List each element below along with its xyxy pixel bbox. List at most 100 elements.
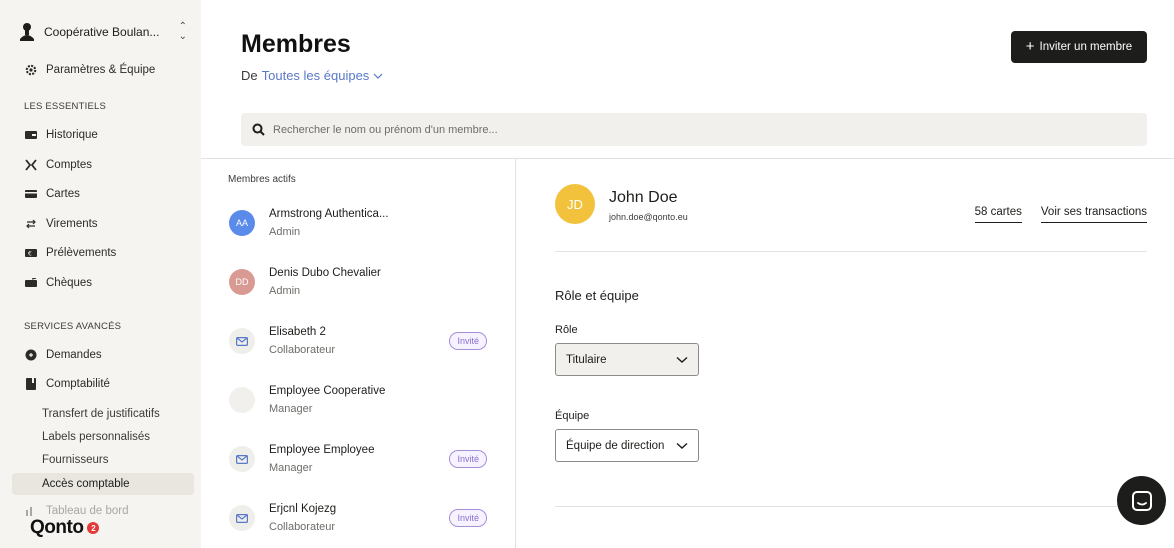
sidebar-item-virements[interactable]: Virements — [12, 213, 194, 235]
page-title: Membres — [241, 30, 351, 58]
org-switcher[interactable]: Coopérative Boulan... ⌃ ⌄ — [18, 20, 187, 44]
member-row[interactable]: Erjcnl Kojezg Collaborateur Invité — [229, 496, 487, 540]
svg-text:€: € — [28, 251, 32, 258]
dashboard-icon — [24, 504, 38, 518]
chat-support-button[interactable] — [1117, 476, 1166, 525]
member-text: Employee Cooperative Manager — [269, 385, 487, 415]
app-root: Coopérative Boulan... ⌃ ⌄ Paramètres & Éq… — [0, 0, 1174, 548]
member-row[interactable]: Employee Employee Manager Invité — [229, 437, 487, 481]
member-role: Collaborateur — [269, 521, 336, 533]
team-select[interactable]: Équipe de direction — [555, 429, 699, 462]
member-name: Erjcnl Kojezg — [269, 503, 337, 515]
team-select-value: Équipe de direction — [566, 439, 665, 452]
role-label: Rôle — [555, 324, 578, 336]
avatar: AA — [229, 210, 255, 236]
sidebar-subitem-transfert[interactable]: Transfert de justificatifs — [12, 403, 194, 425]
search-icon — [252, 123, 265, 136]
member-name: Employee Employee — [269, 444, 375, 456]
logo-text: Qonto — [30, 517, 84, 538]
member-role: Manager — [269, 403, 313, 415]
selected-member-email: john.doe@qonto.eu — [609, 212, 688, 222]
member-name: Employee Cooperative — [269, 385, 386, 397]
direct-debit-icon: € — [24, 246, 38, 260]
search-bar[interactable] — [241, 113, 1147, 146]
sidebar-item-comptes[interactable]: Comptes — [12, 154, 194, 176]
sidebar-item-cheques[interactable]: Chèques — [12, 272, 194, 294]
panel-divider — [515, 158, 516, 548]
invite-member-button[interactable]: + Inviter un membre — [1011, 31, 1147, 63]
member-row[interactable]: DD Denis Dubo Chevalier Admin — [229, 260, 487, 304]
sidebar-subitem-fournisseurs[interactable]: Fournisseurs — [12, 449, 194, 471]
chevron-down-icon — [676, 356, 688, 363]
section-essentials: LES ESSENTIELS — [24, 101, 107, 112]
mail-icon — [229, 446, 255, 472]
sidebar-item-label: Paramètres & Équipe — [46, 64, 156, 76]
team-filter-prefix: De — [241, 68, 258, 83]
cheque-icon — [24, 276, 38, 290]
accounting-book-icon — [24, 377, 38, 391]
sidebar-item-label: Historique — [46, 129, 98, 141]
sidebar-item-label: Chèques — [46, 277, 93, 289]
sidebar: Coopérative Boulan... ⌃ ⌄ Paramètres & Éq… — [0, 0, 201, 548]
member-role: Collaborateur — [269, 344, 336, 356]
member-links: 58 cartes Voir ses transactions — [974, 206, 1147, 223]
search-input[interactable] — [273, 123, 1147, 136]
sidebar-item-label: Comptes — [46, 159, 93, 171]
role-select[interactable]: Titulaire — [555, 343, 699, 376]
sidebar-item-settings[interactable]: Paramètres & Équipe — [12, 59, 194, 81]
header-divider — [201, 158, 1174, 159]
member-text: Elisabeth 2 Collaborateur — [269, 326, 449, 356]
avatar — [229, 387, 255, 413]
mail-icon — [229, 328, 255, 354]
sidebar-item-cartes[interactable]: Cartes — [12, 183, 194, 205]
team-label: Équipe — [555, 410, 590, 422]
member-row[interactable]: Employee Cooperative Manager — [229, 378, 487, 422]
main-content: Membres De Toutes les équipes + Inviter … — [201, 0, 1174, 548]
notification-badge[interactable]: 2 — [87, 522, 100, 534]
transactions-link[interactable]: Voir ses transactions — [1040, 206, 1147, 223]
selected-member-name: John Doe — [609, 189, 678, 206]
sidebar-item-demandes[interactable]: Demandes — [12, 344, 194, 366]
sidebar-subitem-acces-comptable[interactable]: Accès comptable — [12, 473, 194, 495]
chevron-down-icon[interactable] — [373, 70, 383, 82]
cards-link[interactable]: 58 cartes — [974, 206, 1022, 223]
member-role: Admin — [269, 226, 301, 238]
member-row[interactable]: AA Armstrong Authentica... Admin — [229, 201, 487, 245]
org-avatar-icon — [20, 23, 34, 41]
role-team-section-title: Rôle et équipe — [555, 288, 639, 303]
sidebar-item-label: Cartes — [46, 188, 80, 200]
member-name: Elisabeth 2 — [269, 326, 326, 338]
gear-icon — [24, 63, 38, 77]
sidebar-item-label: Demandes — [46, 349, 102, 361]
members-section-title: Membres actifs — [228, 174, 296, 185]
chat-icon — [1131, 490, 1152, 511]
avatar: DD — [229, 269, 255, 295]
selected-member-avatar: JD — [555, 184, 595, 224]
invite-member-label: Inviter un membre — [1039, 41, 1133, 53]
member-text: Employee Employee Manager — [269, 444, 449, 474]
accounts-icon — [24, 158, 38, 172]
sidebar-subitem-labels[interactable]: Labels personnalisés — [12, 426, 194, 448]
status-badge: Invité — [449, 509, 487, 527]
card-icon — [24, 187, 38, 201]
member-text: Erjcnl Kojezg Collaborateur — [269, 503, 449, 533]
sidebar-item-prelevements[interactable]: € Prélèvements — [12, 242, 194, 264]
detail-bottom-divider — [555, 506, 1147, 507]
chevron-up-down-icon: ⌃ ⌄ — [178, 21, 187, 42]
history-icon — [24, 128, 38, 142]
sidebar-item-label: Tableau de bord — [46, 505, 129, 517]
org-name: Coopérative Boulan... — [44, 25, 160, 39]
chevron-down-icon — [676, 442, 688, 449]
sidebar-item-comptabilite[interactable]: Comptabilité — [12, 373, 194, 395]
member-row[interactable]: Elisabeth 2 Collaborateur Invité — [229, 319, 487, 363]
team-filter-dropdown[interactable]: Toutes les équipes — [262, 68, 370, 83]
status-badge: Invité — [449, 332, 487, 350]
sidebar-item-historique[interactable]: Historique — [12, 124, 194, 146]
sidebar-item-label: Prélèvements — [46, 247, 117, 259]
mail-icon — [229, 505, 255, 531]
requests-icon — [24, 348, 38, 362]
member-text: Armstrong Authentica... Admin — [269, 208, 487, 238]
transfer-arrows-icon — [24, 217, 38, 231]
detail-divider — [555, 251, 1147, 252]
member-role: Admin — [269, 285, 301, 297]
